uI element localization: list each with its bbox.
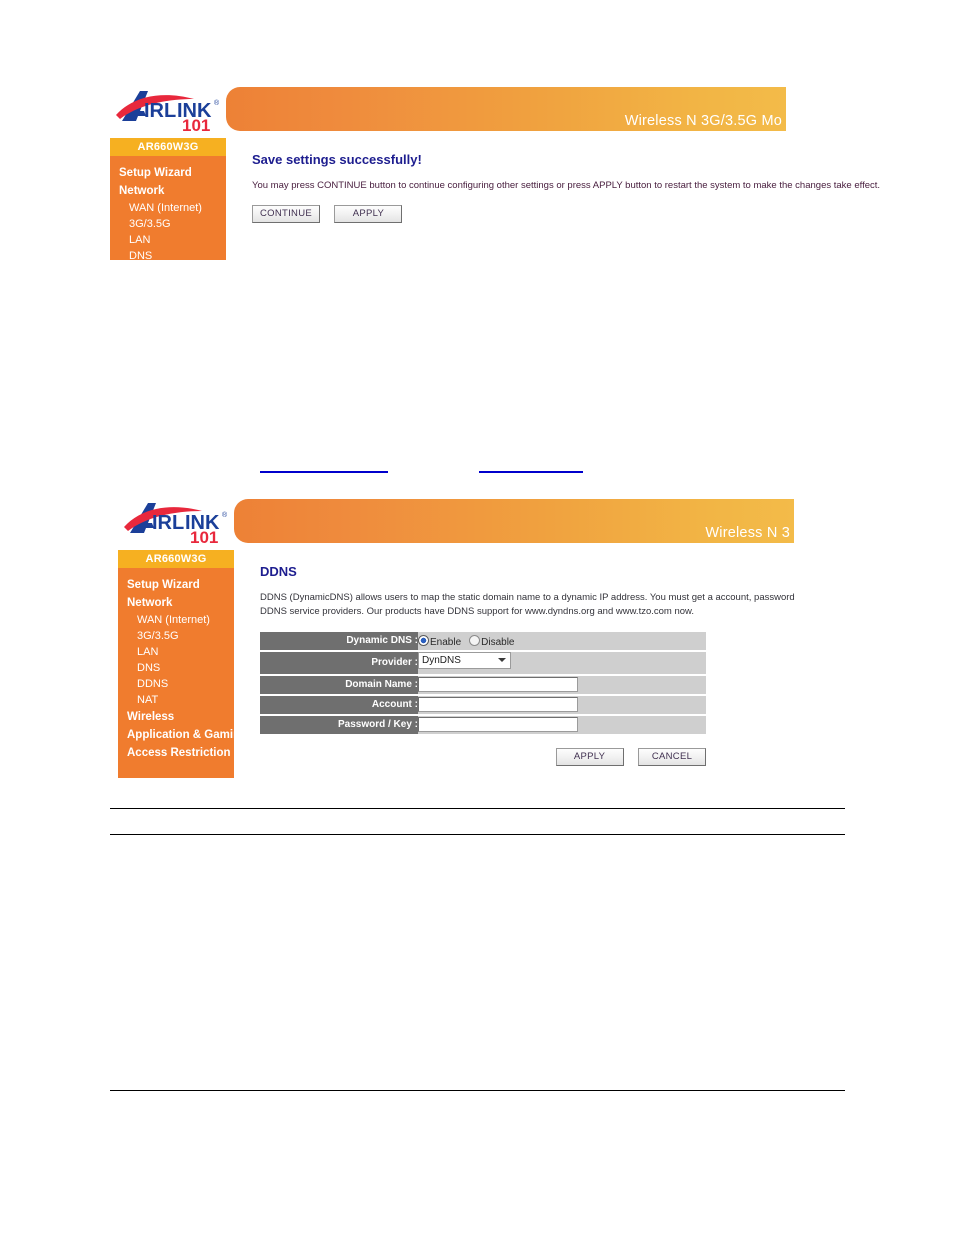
password-key-input[interactable]	[418, 716, 578, 732]
sidebar-item-dns[interactable]: DNS	[118, 660, 234, 676]
sidebar-item-3g-35g[interactable]: 3G/3.5G	[110, 216, 226, 232]
page-description-line-2: DDNS service providers. Our products hav…	[260, 606, 695, 618]
table-row-provider: Provider : DynDNS	[260, 651, 706, 674]
page-rule-top	[110, 808, 845, 809]
page-title: DDNS	[260, 564, 297, 579]
sidebar-item-network[interactable]: Network	[118, 594, 234, 612]
header-title: Wireless N 3G/3.5G Mo	[624, 113, 782, 129]
ddns-settings-table: Dynamic DNS : Enable Disable Provider : D…	[260, 630, 706, 736]
label-domain-name: Domain Name :	[260, 675, 418, 694]
domain-name-input[interactable]	[418, 676, 578, 692]
value-domain-name	[418, 675, 706, 694]
panel-body: AR660W3G Setup Wizard Network WAN (Inter…	[110, 138, 881, 272]
header-bar: Wireless N 3G/3.5G Mo	[226, 87, 786, 131]
form-action-row: APPLY CANCEL	[260, 746, 708, 766]
label-provider: Provider :	[260, 651, 418, 674]
hyperlink-underline-right[interactable]	[479, 471, 583, 473]
label-password-key: Password / Key :	[260, 715, 418, 734]
airlink-101-logo: IRL INK ® 101	[122, 497, 234, 545]
table-row-dynamic-dns: Dynamic DNS : Enable Disable	[260, 631, 706, 650]
svg-text:®: ®	[214, 99, 220, 107]
apply-button[interactable]: APPLY	[334, 204, 403, 223]
value-account	[418, 695, 706, 714]
sidebar-item-dns[interactable]: DNS	[110, 248, 226, 264]
sidebar-item-lan[interactable]: LAN	[118, 644, 234, 660]
sidebar-item-setup-wizard[interactable]: Setup Wizard	[118, 576, 234, 594]
cancel-button[interactable]: CANCEL	[638, 747, 706, 766]
panel-body: AR660W3G Setup Wizard Network WAN (Inter…	[118, 550, 795, 778]
value-password-key	[418, 715, 706, 734]
sidebar-item-nat[interactable]: NAT	[118, 692, 234, 708]
sidebar-item-3g-35g[interactable]: 3G/3.5G	[118, 628, 234, 644]
header-bar: Wireless N 3	[234, 499, 794, 543]
radio-enable-label: Enable	[430, 636, 462, 648]
apply-button[interactable]: APPLY	[555, 747, 624, 766]
chevron-down-icon	[498, 658, 506, 662]
sidebar-item-application-gaming[interactable]: Application & Gaming	[118, 726, 247, 744]
model-name-bar: AR660W3G	[110, 138, 226, 156]
continue-button[interactable]: CONTINUE	[252, 204, 320, 223]
value-dynamic-dns: Enable Disable	[418, 631, 706, 650]
table-row-password-key: Password / Key :	[260, 715, 706, 734]
sidebar-nav: AR660W3G Setup Wizard Network WAN (Inter…	[110, 138, 226, 262]
radio-disable[interactable]	[469, 634, 481, 646]
content-area: Save settings successfully! You may pres…	[226, 138, 881, 272]
page-rule-middle	[110, 834, 845, 835]
page-title: Save settings successfully!	[252, 152, 422, 167]
sidebar-nav: AR660W3G Setup Wizard Network WAN (Inter…	[118, 550, 247, 778]
action-button-row: CONTINUE APPLY	[252, 203, 786, 223]
account-input[interactable]	[418, 696, 578, 712]
header-title: Wireless N 3	[705, 525, 790, 541]
svg-text:IRL: IRL	[144, 100, 176, 122]
radio-disable-label: Disable	[481, 636, 515, 648]
radio-enable[interactable]	[418, 634, 429, 646]
sidebar-item-setup-wizard[interactable]: Setup Wizard	[110, 164, 226, 182]
sidebar-item-wan-internet[interactable]: WAN (Internet)	[110, 200, 226, 216]
svg-text:®: ®	[222, 511, 228, 519]
provider-select[interactable]: DynDNS	[418, 651, 511, 669]
panel-header: Wireless N 3G/3.5G Mo IRL INK ® 101	[110, 80, 786, 138]
table-row-account: Account :	[260, 695, 706, 714]
brand-logo-container: IRL INK ® 101	[118, 492, 234, 550]
sidebar-item-network[interactable]: Network	[110, 182, 226, 200]
page-description: You may press CONTINUE button to continu…	[252, 180, 881, 191]
content-area: DDNS DDNS (DynamicDNS) allows users to m…	[234, 550, 795, 766]
table-row-domain-name: Domain Name :	[260, 675, 706, 694]
sidebar-item-ddns[interactable]: DDNS	[118, 676, 234, 692]
nav-list: Setup Wizard Network WAN (Internet) 3G/3…	[118, 568, 247, 772]
sidebar-item-wan-internet[interactable]: WAN (Internet)	[118, 612, 234, 628]
provider-select-value: DynDNS	[422, 654, 461, 666]
page-description-line-1: DDNS (DynamicDNS) allows users to map th…	[260, 592, 795, 603]
airlink-101-logo: IRL INK ® 101	[114, 85, 226, 133]
router-panel-ddns: Wireless N 3 IRL INK ® 101 AR660W3G Setu…	[118, 492, 795, 778]
hyperlink-underline-left[interactable]	[260, 471, 388, 473]
panel-header: Wireless N 3 IRL INK ® 101	[118, 492, 794, 550]
brand-logo-container: IRL INK ® 101	[110, 80, 226, 138]
router-panel-save-settings: Wireless N 3G/3.5G Mo IRL INK ® 101 AR66…	[110, 80, 881, 272]
dynamic-dns-radio-group: Enable Disable	[418, 634, 523, 648]
sidebar-item-lan[interactable]: LAN	[110, 232, 226, 248]
value-provider: DynDNS	[418, 651, 706, 674]
svg-text:101: 101	[190, 528, 218, 545]
label-dynamic-dns: Dynamic DNS :	[260, 631, 418, 650]
svg-text:IRL: IRL	[152, 512, 184, 534]
model-name-bar: AR660W3G	[118, 550, 234, 568]
label-account: Account :	[260, 695, 418, 714]
nav-list: Setup Wizard Network WAN (Internet) 3G/3…	[110, 156, 226, 274]
sidebar-item-access-restriction[interactable]: Access Restriction	[118, 744, 234, 762]
svg-text:101: 101	[182, 116, 210, 133]
page-description: DDNS (DynamicDNS) allows users to map th…	[260, 591, 795, 620]
sidebar-item-wireless[interactable]: Wireless	[118, 708, 234, 726]
page-rule-bottom	[110, 1090, 845, 1091]
